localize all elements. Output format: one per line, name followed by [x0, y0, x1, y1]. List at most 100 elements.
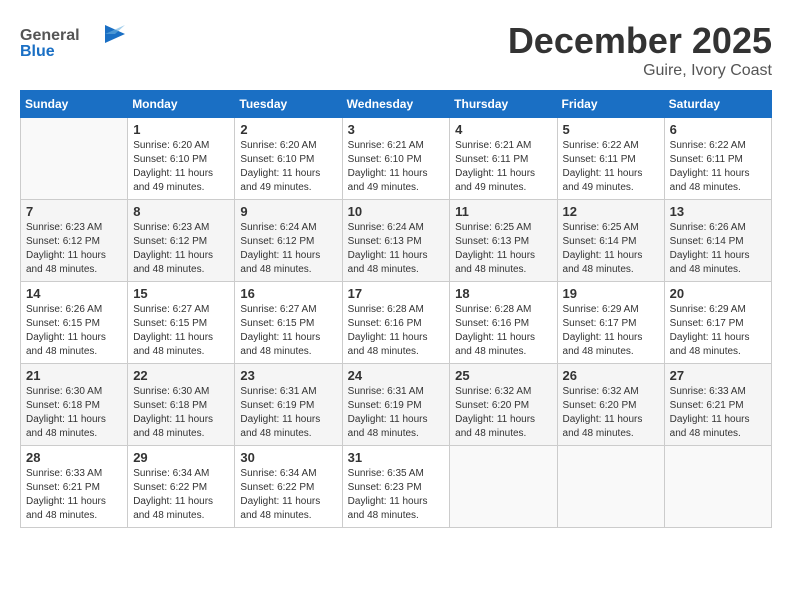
day-number: 21	[26, 368, 122, 383]
calendar-day-cell: 11 Sunrise: 6:25 AMSunset: 6:13 PMDayligh…	[450, 200, 557, 282]
calendar-day-cell: 30 Sunrise: 6:34 AMSunset: 6:22 PMDayligh…	[235, 446, 342, 528]
day-number: 25	[455, 368, 551, 383]
weekday-header-tuesday: Tuesday	[235, 91, 342, 118]
calendar-day-cell: 31 Sunrise: 6:35 AMSunset: 6:23 PMDayligh…	[342, 446, 450, 528]
day-info: Sunrise: 6:20 AMSunset: 6:10 PMDaylight:…	[240, 139, 336, 195]
day-number: 16	[240, 286, 336, 301]
calendar-day-cell: 28 Sunrise: 6:33 AMSunset: 6:21 PMDayligh…	[21, 446, 128, 528]
day-number: 6	[670, 122, 766, 137]
day-number: 11	[455, 204, 551, 219]
calendar-day-cell: 29 Sunrise: 6:34 AMSunset: 6:22 PMDayligh…	[128, 446, 235, 528]
day-number: 15	[133, 286, 229, 301]
calendar-week-row: 1 Sunrise: 6:20 AMSunset: 6:10 PMDaylight…	[21, 118, 772, 200]
day-info: Sunrise: 6:29 AMSunset: 6:17 PMDaylight:…	[563, 303, 659, 359]
calendar-day-cell: 21 Sunrise: 6:30 AMSunset: 6:18 PMDayligh…	[21, 364, 128, 446]
day-info: Sunrise: 6:24 AMSunset: 6:12 PMDaylight:…	[240, 221, 336, 277]
day-number: 22	[133, 368, 229, 383]
svg-text:Blue: Blue	[20, 43, 55, 60]
day-number: 29	[133, 450, 229, 465]
day-info: Sunrise: 6:21 AMSunset: 6:10 PMDaylight:…	[348, 139, 445, 195]
calendar-day-cell: 25 Sunrise: 6:32 AMSunset: 6:20 PMDayligh…	[450, 364, 557, 446]
weekday-header-sunday: Sunday	[21, 91, 128, 118]
day-number: 17	[348, 286, 445, 301]
month-year-title: December 2025	[508, 20, 772, 62]
weekday-header-monday: Monday	[128, 91, 235, 118]
day-number: 13	[670, 204, 766, 219]
calendar-day-cell: 5 Sunrise: 6:22 AMSunset: 6:11 PMDaylight…	[557, 118, 664, 200]
svg-text:General: General	[20, 27, 80, 44]
day-info: Sunrise: 6:32 AMSunset: 6:20 PMDaylight:…	[455, 385, 551, 441]
calendar-day-cell: 23 Sunrise: 6:31 AMSunset: 6:19 PMDayligh…	[235, 364, 342, 446]
day-info: Sunrise: 6:35 AMSunset: 6:23 PMDaylight:…	[348, 467, 445, 523]
weekday-header-row: SundayMondayTuesdayWednesdayThursdayFrid…	[21, 91, 772, 118]
calendar-day-cell: 7Sunrise: 6:23 AMSunset: 6:12 PMDaylight…	[21, 200, 128, 282]
day-number: 1	[133, 122, 229, 137]
calendar-day-cell: 1 Sunrise: 6:20 AMSunset: 6:10 PMDaylight…	[128, 118, 235, 200]
day-info: Sunrise: 6:20 AMSunset: 6:10 PMDaylight:…	[133, 139, 229, 195]
calendar-day-cell: 9Sunrise: 6:24 AMSunset: 6:12 PMDaylight…	[235, 200, 342, 282]
calendar-day-cell: 6 Sunrise: 6:22 AMSunset: 6:11 PMDaylight…	[664, 118, 771, 200]
day-number: 5	[563, 122, 659, 137]
day-number: 19	[563, 286, 659, 301]
day-number: 31	[348, 450, 445, 465]
day-info: Sunrise: 6:25 AMSunset: 6:13 PMDaylight:…	[455, 221, 551, 277]
day-info: Sunrise: 6:22 AMSunset: 6:11 PMDaylight:…	[563, 139, 659, 195]
day-info: Sunrise: 6:33 AMSunset: 6:21 PMDaylight:…	[26, 467, 122, 523]
day-info: Sunrise: 6:25 AMSunset: 6:14 PMDaylight:…	[563, 221, 659, 277]
day-number: 4	[455, 122, 551, 137]
calendar-day-cell	[21, 118, 128, 200]
calendar-day-cell: 2Sunrise: 6:20 AMSunset: 6:10 PMDaylight…	[235, 118, 342, 200]
day-info: Sunrise: 6:34 AMSunset: 6:22 PMDaylight:…	[133, 467, 229, 523]
calendar-day-cell: 8 Sunrise: 6:23 AMSunset: 6:12 PMDaylight…	[128, 200, 235, 282]
day-number: 30	[240, 450, 336, 465]
day-info: Sunrise: 6:27 AMSunset: 6:15 PMDaylight:…	[133, 303, 229, 359]
calendar-day-cell: 24 Sunrise: 6:31 AMSunset: 6:19 PMDayligh…	[342, 364, 450, 446]
calendar-day-cell: 27Sunrise: 6:33 AMSunset: 6:21 PMDayligh…	[664, 364, 771, 446]
day-info: Sunrise: 6:21 AMSunset: 6:11 PMDaylight:…	[455, 139, 551, 195]
calendar-day-cell: 10 Sunrise: 6:24 AMSunset: 6:13 PMDayligh…	[342, 200, 450, 282]
day-number: 3	[348, 122, 445, 137]
weekday-header-saturday: Saturday	[664, 91, 771, 118]
weekday-header-thursday: Thursday	[450, 91, 557, 118]
day-info: Sunrise: 6:27 AMSunset: 6:15 PMDaylight:…	[240, 303, 336, 359]
day-number: 10	[348, 204, 445, 219]
day-info: Sunrise: 6:28 AMSunset: 6:16 PMDaylight:…	[348, 303, 445, 359]
day-number: 8	[133, 204, 229, 219]
day-info: Sunrise: 6:30 AMSunset: 6:18 PMDaylight:…	[26, 385, 122, 441]
calendar-week-row: 21 Sunrise: 6:30 AMSunset: 6:18 PMDayligh…	[21, 364, 772, 446]
calendar-day-cell	[557, 446, 664, 528]
title-area: December 2025 Guire, Ivory Coast	[508, 20, 772, 80]
calendar-day-cell	[664, 446, 771, 528]
header: General Blue December 2025 Guire, Ivory …	[20, 20, 772, 80]
day-number: 26	[563, 368, 659, 383]
logo: General Blue	[20, 20, 130, 65]
weekday-header-friday: Friday	[557, 91, 664, 118]
calendar-day-cell	[450, 446, 557, 528]
day-info: Sunrise: 6:29 AMSunset: 6:17 PMDaylight:…	[670, 303, 766, 359]
day-number: 18	[455, 286, 551, 301]
day-number: 7	[26, 204, 122, 219]
day-info: Sunrise: 6:31 AMSunset: 6:19 PMDaylight:…	[348, 385, 445, 441]
day-info: Sunrise: 6:24 AMSunset: 6:13 PMDaylight:…	[348, 221, 445, 277]
calendar-day-cell: 19 Sunrise: 6:29 AMSunset: 6:17 PMDayligh…	[557, 282, 664, 364]
calendar-day-cell: 18 Sunrise: 6:28 AMSunset: 6:16 PMDayligh…	[450, 282, 557, 364]
day-number: 24	[348, 368, 445, 383]
calendar-week-row: 7 Sunrise: 6:23 AMSunset: 6:12 PMDaylight…	[21, 200, 772, 282]
day-info: Sunrise: 6:23 AMSunset: 6:12 PMDaylight:…	[133, 221, 229, 277]
day-info: Sunrise: 6:28 AMSunset: 6:16 PMDaylight:…	[455, 303, 551, 359]
calendar-day-cell: 16 Sunrise: 6:27 AMSunset: 6:15 PMDayligh…	[235, 282, 342, 364]
day-number: 28	[26, 450, 122, 465]
location-subtitle: Guire, Ivory Coast	[508, 62, 772, 80]
calendar-day-cell: 12Sunrise: 6:25 AMSunset: 6:14 PMDayligh…	[557, 200, 664, 282]
calendar-week-row: 28 Sunrise: 6:33 AMSunset: 6:21 PMDayligh…	[21, 446, 772, 528]
day-number: 14	[26, 286, 122, 301]
calendar-day-cell: 22Sunrise: 6:30 AMSunset: 6:18 PMDayligh…	[128, 364, 235, 446]
logo-text: General Blue	[20, 20, 130, 65]
calendar-day-cell: 3 Sunrise: 6:21 AMSunset: 6:10 PMDaylight…	[342, 118, 450, 200]
calendar-table: SundayMondayTuesdayWednesdayThursdayFrid…	[20, 90, 772, 528]
day-info: Sunrise: 6:34 AMSunset: 6:22 PMDaylight:…	[240, 467, 336, 523]
day-number: 23	[240, 368, 336, 383]
day-info: Sunrise: 6:22 AMSunset: 6:11 PMDaylight:…	[670, 139, 766, 195]
calendar-day-cell: 14Sunrise: 6:26 AMSunset: 6:15 PMDayligh…	[21, 282, 128, 364]
day-info: Sunrise: 6:31 AMSunset: 6:19 PMDaylight:…	[240, 385, 336, 441]
